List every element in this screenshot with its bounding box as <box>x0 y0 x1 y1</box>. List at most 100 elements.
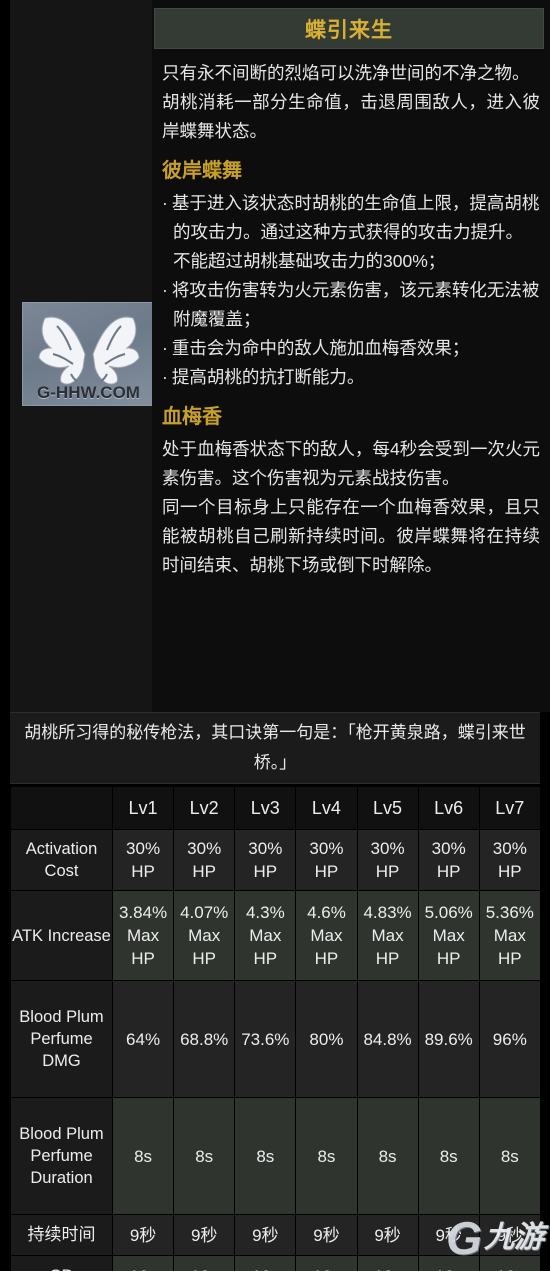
cell-unit: Max HP <box>493 926 526 968</box>
table-header-lv3: Lv3 <box>234 786 297 830</box>
cell-unit: HP <box>192 862 216 881</box>
table-cell: 4.07% Max HP <box>173 890 236 981</box>
table-cell: 30% HP <box>356 829 419 891</box>
cell-value: 4.83% <box>363 903 412 922</box>
cell-value: 4.3% <box>245 903 285 922</box>
table-header-lv4: Lv4 <box>295 786 358 830</box>
table-cell: 16s <box>234 1255 297 1271</box>
table-cell: 9秒 <box>417 1214 480 1256</box>
table-row: 持续时间 9秒 9秒 9秒 9秒 9秒 9秒 9秒 <box>10 1214 541 1256</box>
skill-icon-column: G-HHW.COM <box>0 0 155 712</box>
table-cell: 16s <box>111 1255 175 1271</box>
table-row: CD 16s 16s 16s 16s 16s 16s 16s <box>10 1255 541 1271</box>
table-header-lv2: Lv2 <box>173 786 236 830</box>
cell-unit: HP <box>131 862 155 881</box>
row-label-atk-increase: ATK Increase <box>10 890 113 981</box>
cell-value: 30% <box>187 839 222 858</box>
table-cell: 16s <box>173 1255 236 1271</box>
row-label-cd: CD <box>10 1255 113 1271</box>
cell-value: 4.07% <box>180 903 229 922</box>
table-cell: 8s <box>295 1097 358 1215</box>
cell-unit: HP <box>498 862 522 881</box>
cell-unit: HP <box>436 862 461 881</box>
cell-unit: Max HP <box>432 926 465 968</box>
table-cell: 8s <box>478 1097 541 1215</box>
list-item: 基于进入该状态时胡桃的生命值上限，提高胡桃的攻击力。通过这种方式获得的攻击力提升… <box>162 189 540 276</box>
table-cell: 30% HP <box>234 829 297 891</box>
table-cell: 89.6% <box>417 980 480 1098</box>
table-header-lv6: Lv6 <box>417 786 480 830</box>
cell-value: 4.6% <box>307 903 346 922</box>
section-heading-blood-plum: 血梅香 <box>162 406 222 428</box>
section-heading-butterfly: 彼岸蝶舞 <box>162 160 242 182</box>
cell-unit: Max HP <box>249 926 282 968</box>
skill-desc-paragraph: 胡桃消耗一部分生命值，击退周围敌人，进入彼岸蝶舞状态。 <box>162 92 540 141</box>
butterfly-skill-icon[interactable]: G-HHW.COM <box>22 302 155 406</box>
table-cell: 30% HP <box>173 829 236 891</box>
table-row: Activation Cost 30% HP 30% HP 30% HP 30% HP … <box>10 829 541 891</box>
table-cell: 16s <box>356 1255 419 1271</box>
skill-upper-region: G-HHW.COM 蝶引来生 只有永不间断的烈焰可以洗净世间的不净之物。 胡桃消… <box>0 0 550 712</box>
cell-value: 30% <box>431 839 466 858</box>
table-cell: 9秒 <box>356 1214 419 1256</box>
table-header-lv7: Lv7 <box>478 786 541 830</box>
table-cell: 3.84% Max HP <box>111 890 175 981</box>
section-paragraph: 同一个目标身上只能存在一个血梅香效果，且只能被胡桃自己刷新持续时间。彼岸蝶舞将在… <box>162 497 540 575</box>
table-cell: 4.83% Max HP <box>356 890 419 981</box>
table-cell: 30% HP <box>417 829 480 891</box>
table-cell: 9秒 <box>111 1214 175 1256</box>
table-cell: 9秒 <box>478 1214 541 1256</box>
skill-stats-table: Lv1 Lv2 Lv3 Lv4 Lv5 Lv6 Lv7 Activation C… <box>10 786 541 1271</box>
cell-value: 30% <box>309 839 344 858</box>
table-cell: 8s <box>356 1097 419 1215</box>
table-cell: 96% <box>478 980 541 1098</box>
table-cell: 64% <box>111 980 175 1098</box>
table-cell: 8s <box>111 1097 175 1215</box>
row-label-blood-plum-dmg: Blood Plum Perfume DMG <box>10 980 113 1098</box>
table-row: ATK Increase 3.84% Max HP 4.07% Max HP 4.3… <box>10 890 541 981</box>
table-cell: 5.06% Max HP <box>417 890 480 981</box>
table-cell: 84.8% <box>356 980 419 1098</box>
cell-value: 5.36% <box>485 903 534 922</box>
list-item: 重击会为命中的敌人施加血梅香效果； <box>162 334 540 363</box>
cell-value: 30% <box>248 839 283 858</box>
table-cell: 73.6% <box>234 980 297 1098</box>
list-item: 提高胡桃的抗打断能力。 <box>162 363 540 392</box>
section-paragraph: 处于血梅香状态下的敌人，每4秒会受到一次火元素伤害。这个伤害视为元素战技伤害。 <box>162 439 540 488</box>
cell-value: 5.06% <box>424 903 473 922</box>
cell-unit: Max HP <box>310 926 343 968</box>
table-cell: 9秒 <box>173 1214 236 1256</box>
skill-title-bar: 蝶引来生 <box>154 8 544 49</box>
cell-unit: Max HP <box>371 926 404 968</box>
skill-description-column: 蝶引来生 只有永不间断的烈焰可以洗净世间的不净之物。 胡桃消耗一部分生命值，击退… <box>152 0 550 712</box>
table-cell: 68.8% <box>173 980 236 1098</box>
skill-desc-paragraph: 只有永不间断的烈焰可以洗净世间的不净之物。 <box>162 63 530 83</box>
icon-watermark-text: G-HHW.COM <box>37 383 140 402</box>
table-cell: 30% HP <box>111 829 175 891</box>
skill-detail-page: G-HHW.COM 蝶引来生 只有永不间断的烈焰可以洗净世间的不净之物。 胡桃消… <box>0 0 550 1271</box>
row-label-duration-cn: 持续时间 <box>10 1214 113 1256</box>
cell-value: 3.84% <box>118 903 168 922</box>
table-cell: 5.36% Max HP <box>478 890 541 981</box>
row-label-blood-plum-duration: Blood Plum Perfume Duration <box>10 1097 113 1215</box>
table-corner-cell <box>10 786 113 830</box>
table-cell: 30% HP <box>478 829 541 891</box>
table-cell: 8s <box>417 1097 480 1215</box>
table-cell: 4.6% Max HP <box>295 890 358 981</box>
cell-unit: HP <box>314 862 339 881</box>
table-cell: 30% HP <box>295 829 358 891</box>
table-cell: 16s <box>478 1255 541 1271</box>
cell-unit: Max HP <box>127 926 160 968</box>
list-item: 将攻击伤害转为火元素伤害，该元素转化无法被附魔覆盖； <box>162 276 540 334</box>
cell-unit: Max HP <box>188 926 221 968</box>
table-cell: 9秒 <box>295 1214 358 1256</box>
table-header-lv5: Lv5 <box>356 786 419 830</box>
table-cell: 16s <box>417 1255 480 1271</box>
section-bullet-list: 基于进入该状态时胡桃的生命值上限，提高胡桃的攻击力。通过这种方式获得的攻击力提升… <box>162 189 540 392</box>
table-cell: 8s <box>234 1097 297 1215</box>
table-cell: 80% <box>295 980 358 1098</box>
table-cell: 9秒 <box>234 1214 297 1256</box>
quote-text: 胡桃所习得的秘传枪法，其口诀第一句是：「枪开黄泉路，蝶引来世桥。」 <box>24 723 526 772</box>
table-header-lv1: Lv1 <box>111 786 175 830</box>
cell-value: 30% <box>370 839 405 858</box>
